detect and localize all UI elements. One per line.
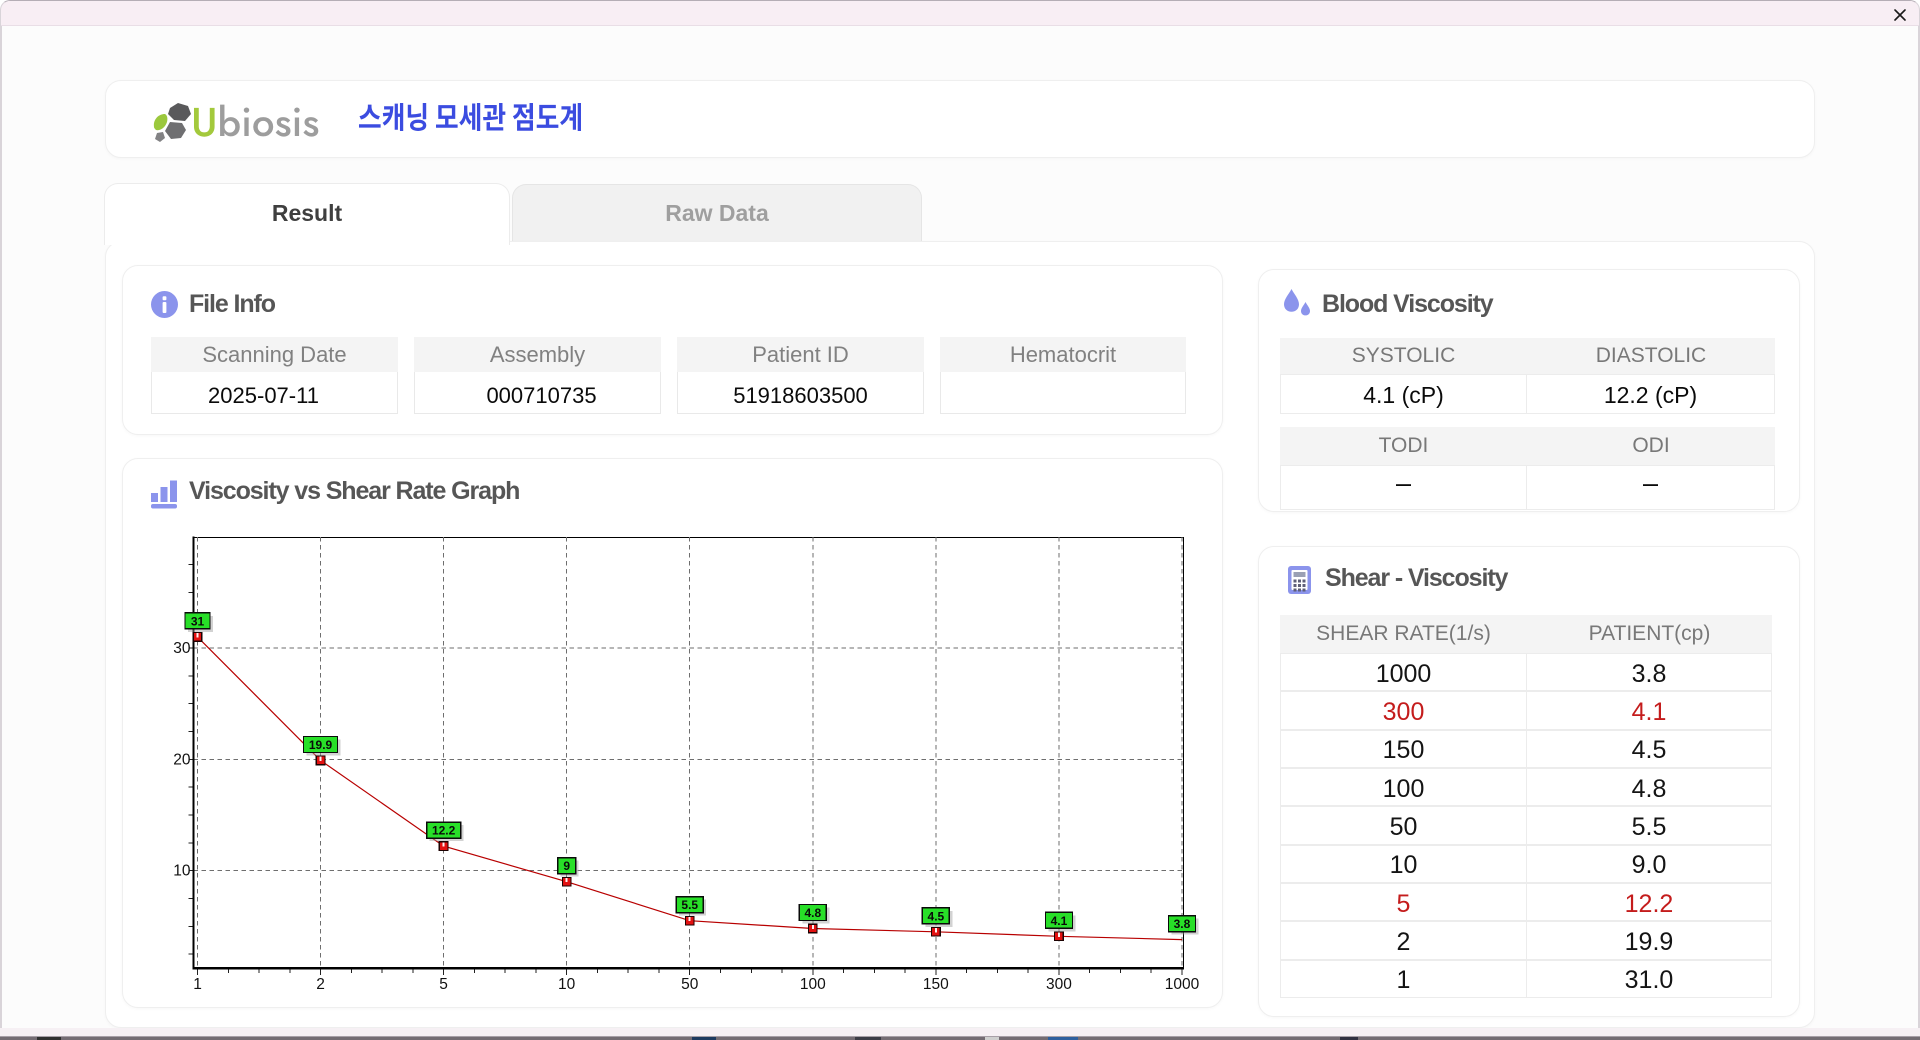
- svg-text:50: 50: [681, 976, 699, 993]
- svg-text:4.8: 4.8: [804, 906, 821, 920]
- svg-text:5: 5: [439, 976, 448, 993]
- svg-text:12.2: 12.2: [432, 824, 456, 838]
- svg-text:31: 31: [191, 614, 205, 628]
- svg-text:20: 20: [173, 751, 191, 768]
- svg-text:1: 1: [193, 976, 202, 993]
- svg-text:30: 30: [173, 640, 191, 657]
- svg-text:100: 100: [800, 976, 826, 993]
- svg-text:10: 10: [558, 976, 576, 993]
- svg-text:9: 9: [563, 859, 570, 873]
- svg-text:19.9: 19.9: [309, 738, 333, 752]
- svg-text:4.1: 4.1: [1051, 914, 1068, 928]
- svg-text:5.5: 5.5: [681, 898, 698, 912]
- svg-text:150: 150: [923, 976, 949, 993]
- svg-text:300: 300: [1046, 976, 1072, 993]
- svg-text:10: 10: [173, 863, 191, 880]
- svg-text:3.8: 3.8: [1174, 917, 1191, 931]
- svg-text:2: 2: [316, 976, 325, 993]
- svg-text:4.5: 4.5: [928, 909, 945, 923]
- svg-text:1000: 1000: [1165, 976, 1200, 993]
